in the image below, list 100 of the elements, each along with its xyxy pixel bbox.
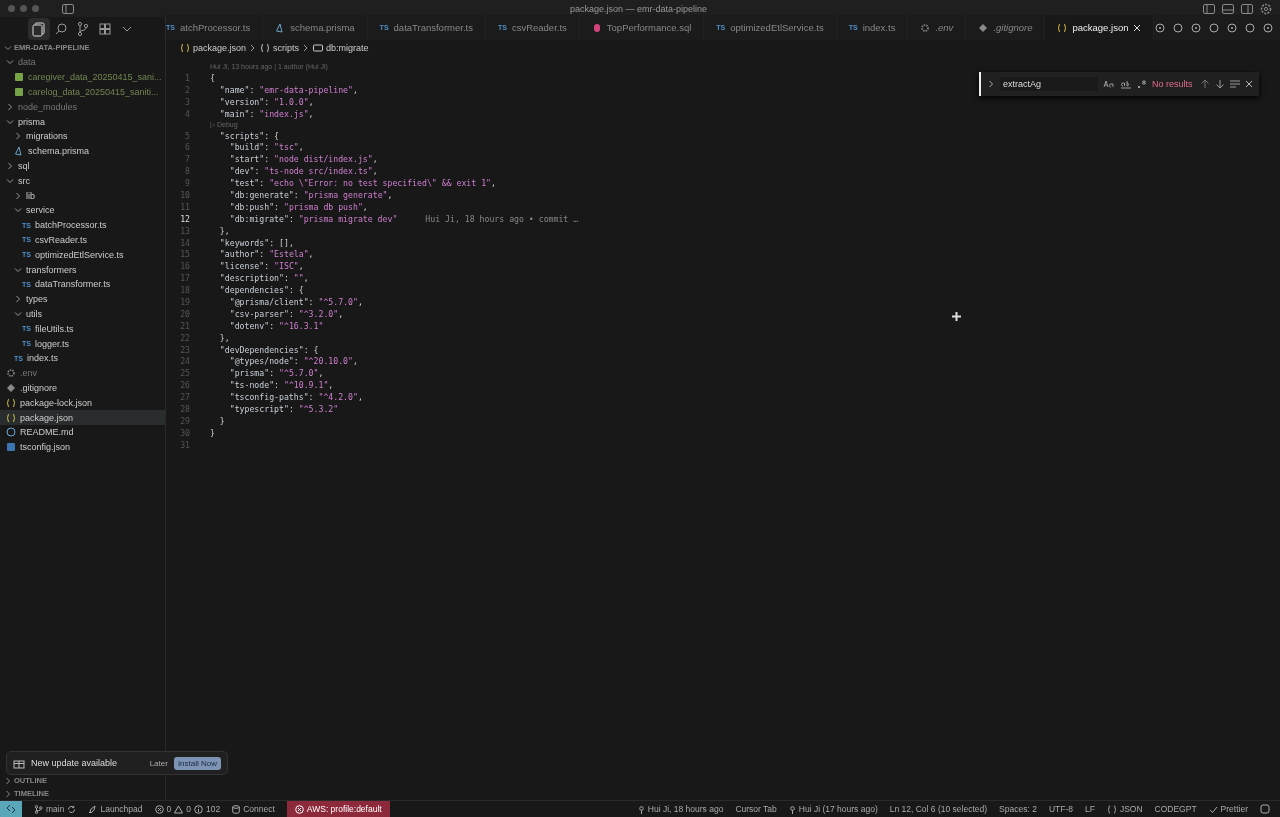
file-tree-item[interactable]: caregiver_data_20250415_sani... [0, 69, 165, 85]
remote-icon[interactable] [0, 801, 22, 817]
layout-icon[interactable] [1203, 3, 1215, 14]
file-tree-item[interactable]: node_modules [0, 99, 165, 115]
file-tree-item[interactable]: prisma [0, 114, 165, 129]
chevron-right-icon[interactable] [987, 80, 995, 88]
status-item[interactable]: main [34, 801, 77, 817]
arrow-up-icon[interactable] [1200, 79, 1210, 89]
match-case-icon[interactable] [1103, 80, 1115, 88]
line-number: 29 [179, 415, 191, 426]
status-item[interactable]: AWS: profile:default [286, 801, 390, 817]
file-name: node_modules [18, 101, 78, 112]
code-line: }, [218, 225, 230, 236]
file-name: service [26, 205, 55, 216]
close-icon[interactable] [1133, 23, 1142, 32]
file-tree-item[interactable]: tsconfig.json [0, 439, 165, 455]
status-item[interactable]: CODEGPT [1154, 801, 1197, 817]
line-number: 23 [179, 344, 191, 355]
status-item[interactable]: Ln 12, Col 6 (10 selected) [889, 801, 988, 817]
breadcrumb-item[interactable]: scripts [260, 43, 300, 53]
code-line: "prisma": "^5.7.0", [228, 368, 324, 379]
file-tree-item[interactable]: package-lock.json [0, 395, 165, 411]
gift-icon [13, 757, 25, 769]
settings-icon[interactable] [1260, 2, 1272, 15]
code-line: "main": "index.js", [218, 108, 314, 119]
file-name: .gitignore [20, 382, 58, 393]
file-name: sql [18, 160, 30, 171]
sidebar-toggle-icon[interactable] [62, 3, 74, 14]
file-name: package.json [20, 412, 74, 423]
toolbar-icon[interactable] [1244, 21, 1257, 34]
file-tree-item[interactable]: data [0, 55, 165, 70]
toolbar-icon[interactable] [1226, 21, 1239, 34]
line-number: 26 [179, 380, 191, 391]
status-item[interactable]: Hui Ji, 18 hours ago [637, 801, 724, 817]
file-name: transformers [26, 264, 77, 275]
toolbar-icon[interactable] [1190, 21, 1203, 34]
status-item[interactable]: UTF-8 [1048, 801, 1073, 817]
breadcrumb-item[interactable]: db:migrate [313, 43, 369, 53]
status-item[interactable]: Prettier [1208, 801, 1248, 817]
symbol-icon [313, 43, 324, 53]
close-icon[interactable] [1245, 80, 1253, 88]
status-item[interactable]: Launchpad [88, 801, 143, 817]
later-button[interactable]: Later [149, 758, 168, 768]
braces-icon [1106, 804, 1117, 814]
toolbar-icon[interactable] [1208, 21, 1221, 34]
line-number: 24 [179, 356, 191, 367]
code-line: "dependencies": { [218, 285, 304, 296]
status-item[interactable]: JSON [1106, 801, 1143, 817]
file-name: batchProcessor.ts [34, 220, 107, 231]
code-line: "db:migrate": "prisma migrate dev" [228, 213, 398, 224]
code-line: "tsconfig-paths": "^4.2.0", [228, 392, 363, 403]
layout-icon[interactable] [1241, 3, 1253, 14]
file-tree-item[interactable]: migrations [0, 129, 165, 144]
status-item[interactable]: LF [1084, 801, 1095, 817]
editor-tab[interactable]: .env [908, 15, 967, 40]
rocket-icon [88, 804, 98, 814]
status-item[interactable]: Hui Ji (17 hours ago) [788, 801, 878, 817]
file-tree-item[interactable]: .gitignore [0, 380, 165, 396]
file-tree-item[interactable]: carelog_data_20250415_saniti... [0, 84, 165, 100]
status-item[interactable]: Cursor Tab [735, 801, 777, 817]
warning-icon [174, 804, 184, 814]
file-tree-item[interactable]: schema.prisma [0, 143, 165, 159]
arrow-down-icon[interactable] [1215, 79, 1225, 89]
editor-tab[interactable]: schema.prisma [263, 15, 368, 40]
file-tree-item[interactable]: package.json [0, 410, 165, 425]
file-tree-item[interactable]: .env [0, 365, 165, 381]
code-line: "build": "tsc", [228, 142, 304, 153]
code-line: "start": "node dist/index.js", [228, 154, 378, 165]
code-line: "ts-node": "^10.9.1", [228, 380, 334, 391]
database-icon [232, 804, 241, 814]
file-tree-item[interactable]: sql [0, 158, 165, 174]
whole-word-icon[interactable] [1120, 79, 1132, 89]
file-tree-item[interactable]: transformers [0, 262, 165, 277]
line-number: 20 [179, 308, 191, 319]
problems-status[interactable]: 0 0 102 [154, 801, 221, 817]
line-number: 21 [179, 320, 191, 331]
file-tree-item[interactable]: README.md [0, 424, 165, 440]
code-line: "author": "Estela", [218, 249, 314, 260]
install-now-button[interactable]: Install Now [173, 756, 221, 770]
file-tree-item[interactable]: lib [0, 188, 165, 203]
selection-icon[interactable] [1230, 79, 1240, 89]
find-input[interactable]: extractAg [1000, 77, 1098, 91]
file-tree-item[interactable]: service [0, 202, 165, 218]
status-item[interactable]: Connect [232, 801, 275, 817]
toolbar-icon[interactable] [1154, 21, 1167, 34]
editor-tab[interactable]: TopPerformance.sql [579, 15, 705, 40]
toolbar-icon[interactable] [1172, 21, 1185, 34]
line-number: 11 [179, 201, 191, 212]
notifications-icon[interactable] [1260, 801, 1270, 817]
layout-icon[interactable] [1222, 3, 1234, 14]
code-line: "csv-parser": "^3.2.0", [228, 308, 344, 319]
file-tree-item[interactable]: src [0, 173, 165, 189]
toolbar-icon[interactable] [1262, 21, 1275, 34]
file-tree-item[interactable]: types [0, 291, 165, 307]
regex-icon[interactable] [1137, 79, 1147, 89]
breadcrumb-item[interactable]: package.json [180, 43, 247, 53]
file-type-icon [6, 368, 16, 379]
explorer-icon[interactable] [28, 17, 50, 40]
status-item[interactable]: Spaces: 2 [999, 801, 1037, 817]
file-tree-item[interactable]: utils [0, 306, 165, 322]
